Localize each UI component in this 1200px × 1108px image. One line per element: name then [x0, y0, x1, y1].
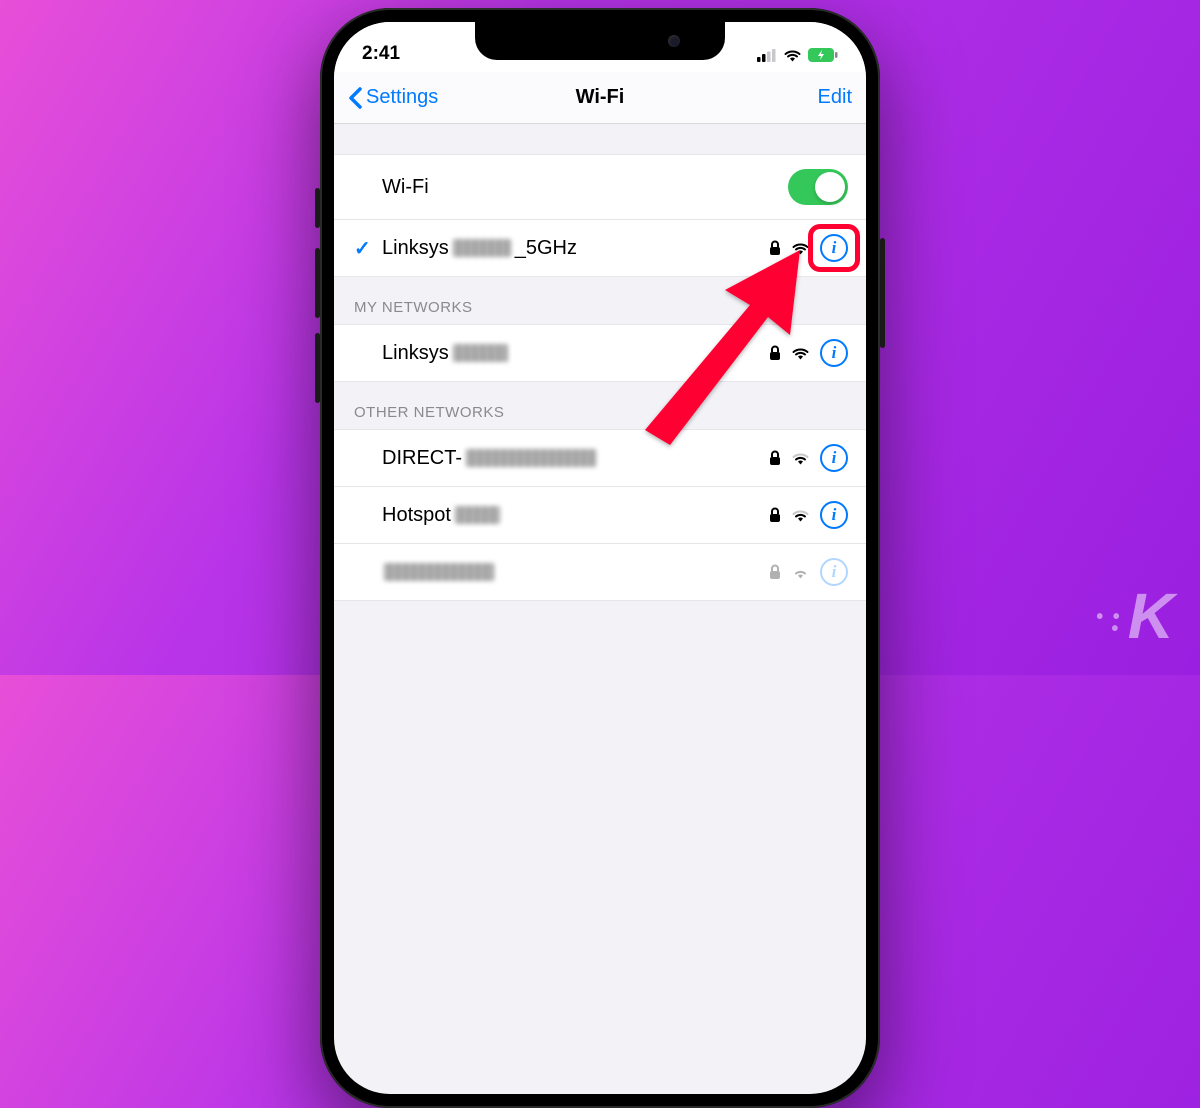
- my-networks-header: MY NETWORKS: [334, 277, 866, 324]
- wifi-status-icon: [783, 48, 802, 62]
- lock-icon: [769, 507, 781, 523]
- side-button-vol-up: [315, 248, 320, 318]
- back-button[interactable]: Settings: [348, 86, 438, 109]
- watermark: • • •K: [1096, 579, 1170, 653]
- nav-bar: Settings Wi-Fi Edit: [334, 72, 866, 124]
- other-networks-header: OTHER NETWORKS: [334, 382, 866, 429]
- edit-button[interactable]: Edit: [818, 86, 852, 109]
- wifi-signal-icon: [791, 508, 810, 522]
- lock-icon: [769, 450, 781, 466]
- wifi-signal-icon: [791, 451, 810, 465]
- network-name: Hotspot: [382, 504, 769, 527]
- network-name: [382, 563, 769, 581]
- notch: [475, 22, 725, 60]
- info-button[interactable]: i: [820, 444, 848, 472]
- network-row[interactable]: DIRECT- i: [334, 430, 866, 486]
- wifi-signal-icon: [791, 565, 810, 579]
- connected-network-name: Linksys_5GHz: [382, 237, 769, 260]
- content: Wi-Fi ✓ Linksys_5GHz i MY NETWORK: [334, 154, 866, 601]
- network-row[interactable]: Linksys i: [334, 325, 866, 381]
- battery-icon: [808, 48, 838, 62]
- screen: 2:41 Settings Wi-Fi Edit Wi-Fi: [334, 22, 866, 1094]
- network-row[interactable]: Hotspot i: [334, 486, 866, 543]
- side-button-power: [880, 238, 885, 348]
- my-networks-group: Linksys i: [334, 324, 866, 382]
- connected-network-row[interactable]: ✓ Linksys_5GHz i: [334, 219, 866, 276]
- other-networks-group: DIRECT- i Hotspot: [334, 429, 866, 601]
- status-time: 2:41: [362, 43, 400, 65]
- wifi-toggle[interactable]: [788, 169, 848, 205]
- info-button[interactable]: i: [820, 501, 848, 529]
- network-row[interactable]: i: [334, 543, 866, 600]
- wifi-group: Wi-Fi ✓ Linksys_5GHz i: [334, 154, 866, 277]
- side-button-mute: [315, 188, 320, 228]
- lock-icon: [769, 345, 781, 361]
- info-button[interactable]: i: [820, 339, 848, 367]
- network-name: Linksys: [382, 342, 769, 365]
- network-name: DIRECT-: [382, 447, 769, 470]
- side-button-vol-down: [315, 333, 320, 403]
- checkmark-icon: ✓: [354, 236, 382, 261]
- status-indicators: [757, 46, 838, 62]
- cellular-icon: [757, 49, 777, 62]
- wifi-toggle-row[interactable]: Wi-Fi: [334, 155, 866, 219]
- lock-icon: [769, 240, 781, 256]
- lock-icon: [769, 564, 781, 580]
- wifi-toggle-label: Wi-Fi: [382, 176, 788, 199]
- info-button[interactable]: i: [820, 234, 848, 262]
- chevron-left-icon: [348, 87, 362, 109]
- info-button[interactable]: i: [820, 558, 848, 586]
- back-label: Settings: [366, 86, 438, 109]
- phone-frame: 2:41 Settings Wi-Fi Edit Wi-Fi: [320, 8, 880, 1108]
- wifi-signal-icon: [791, 241, 810, 255]
- wifi-signal-icon: [791, 346, 810, 360]
